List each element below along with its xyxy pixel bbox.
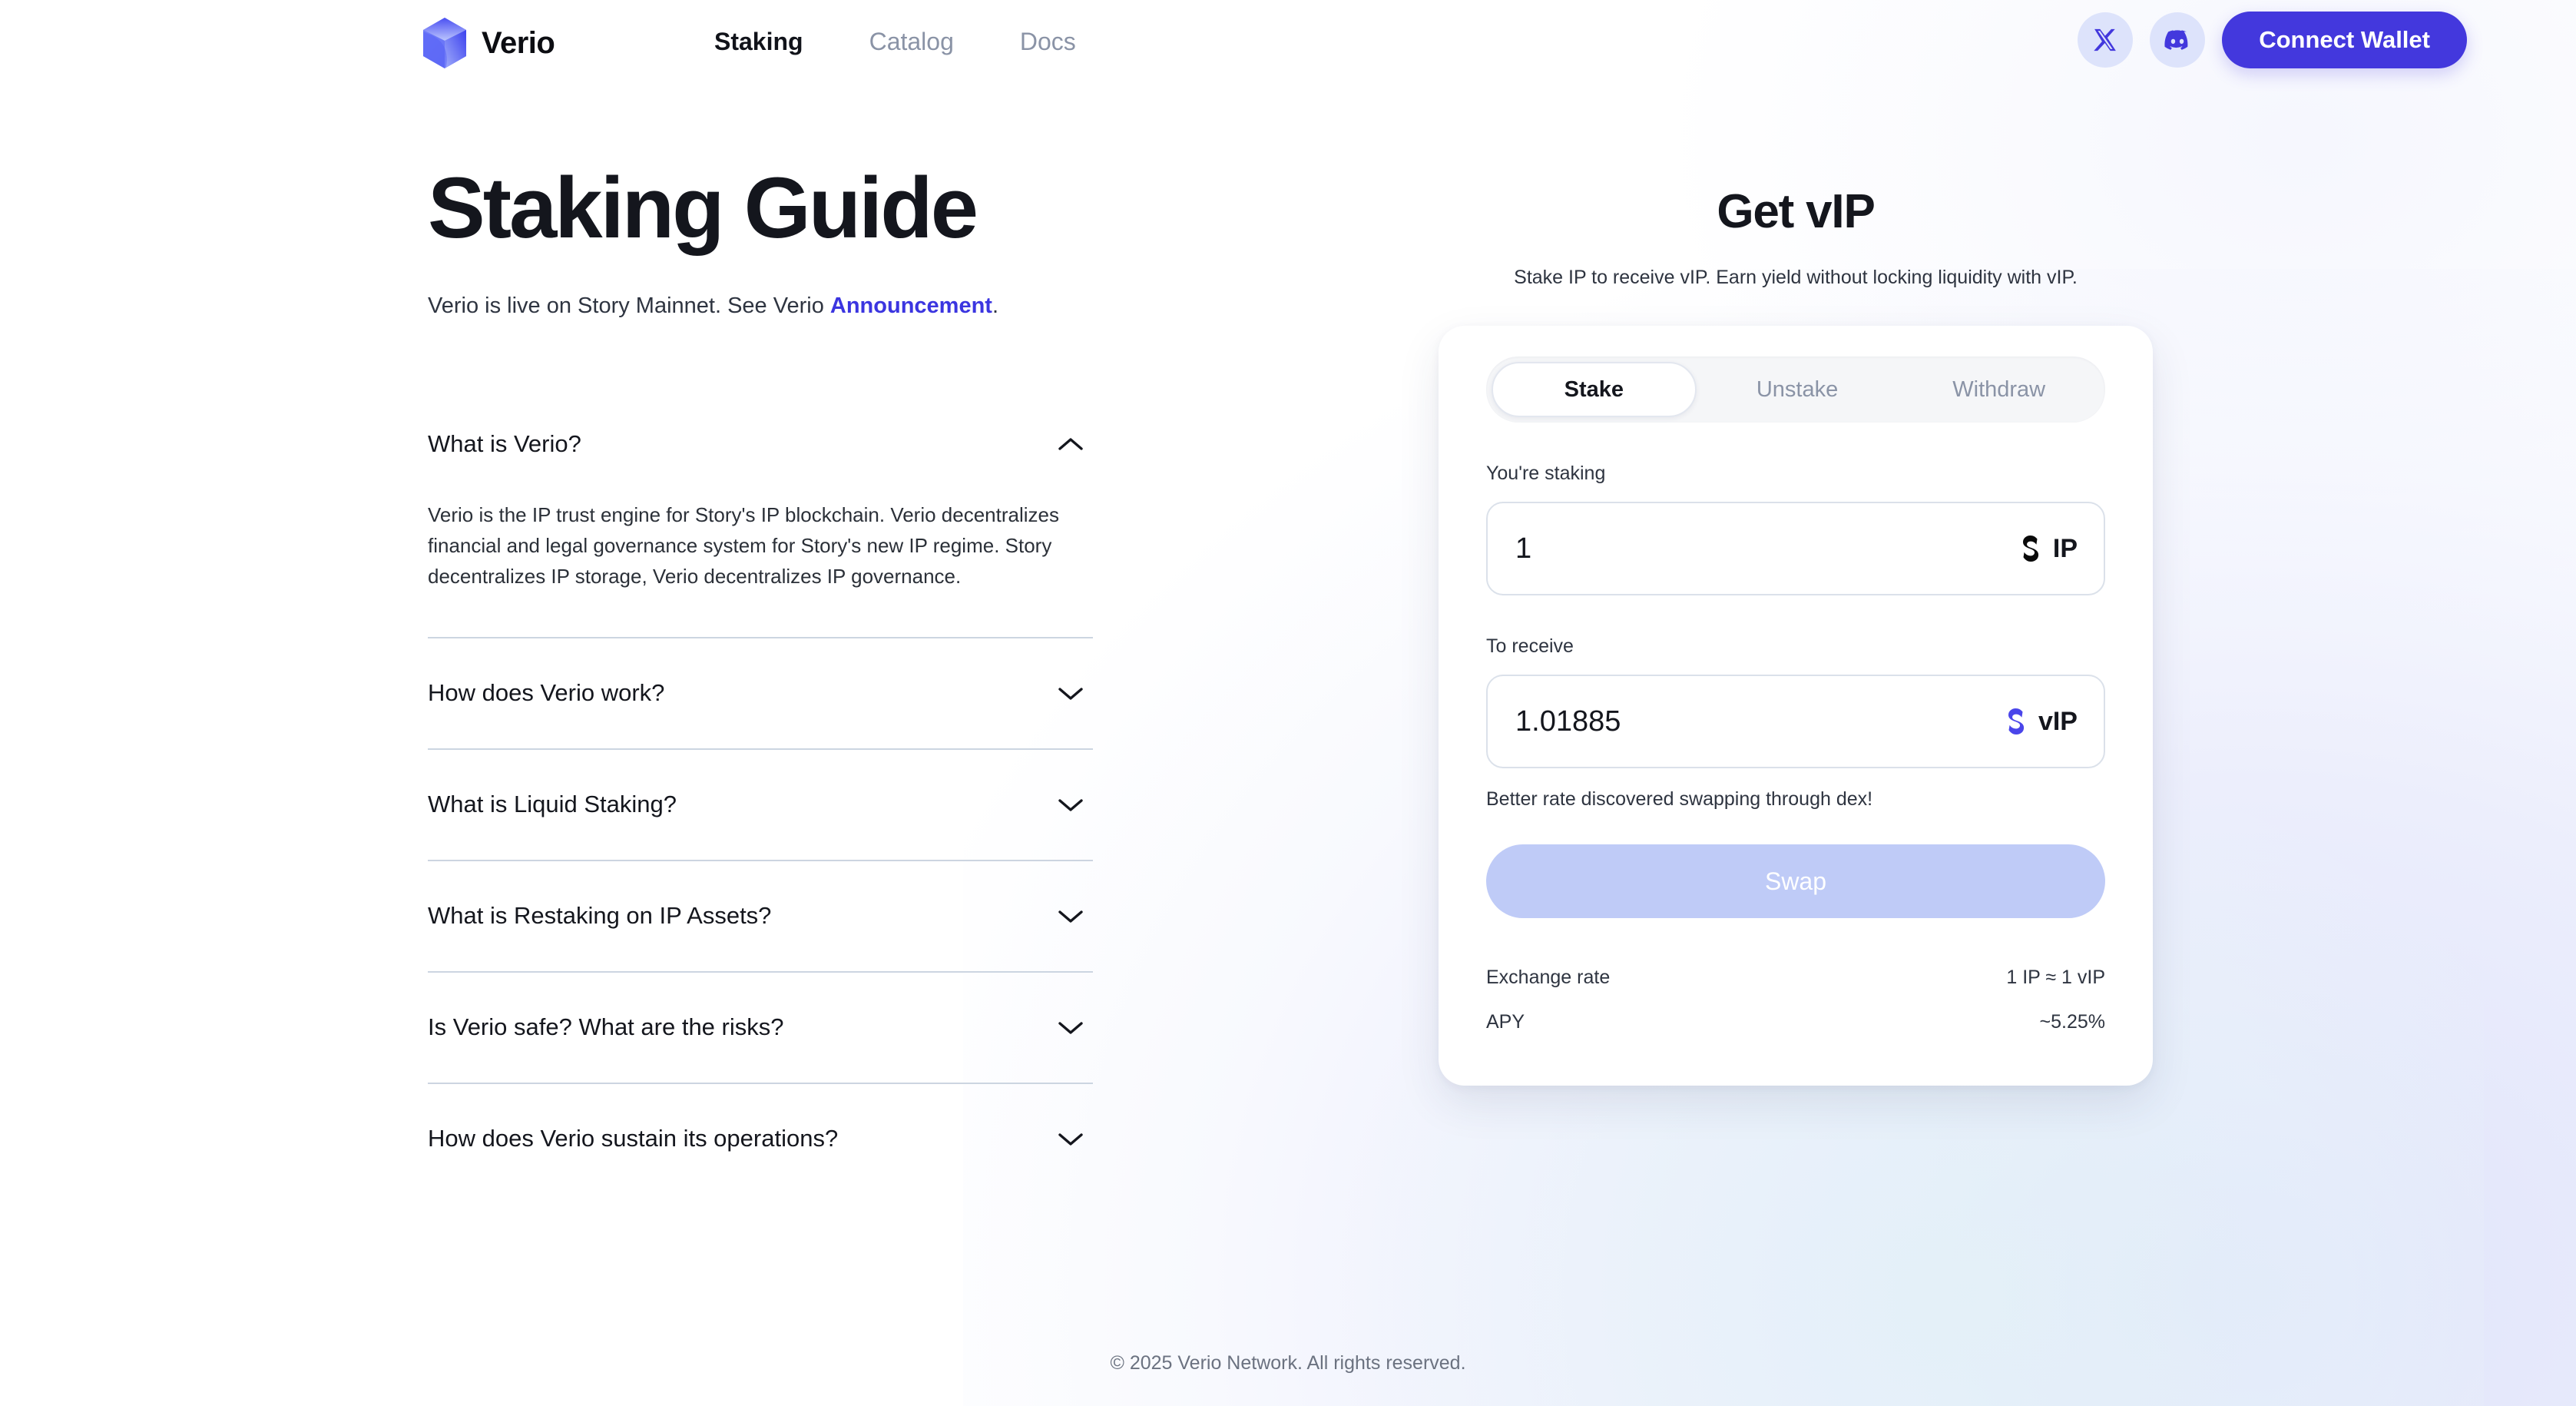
chevron-down-icon (1058, 910, 1083, 923)
faq-item: What is Restaking on IP Assets? (428, 861, 1093, 973)
exchange-rate-label: Exchange rate (1486, 966, 1611, 988)
guide-column: Staking Guide Verio is live on Story Mai… (428, 160, 1104, 1194)
panel-title: Get vIP (1717, 185, 1875, 238)
faq-question: Is Verio safe? What are the risks? (428, 1013, 784, 1041)
verio-s-icon (2008, 708, 2025, 735)
faq-answer: Verio is the IP trust engine for Story's… (428, 502, 1059, 589)
meta-row-apy: APY ~5.25% (1486, 1000, 2105, 1044)
staking-token: IP (2018, 533, 2078, 564)
site-header: Verio Staking Catalog Docs Connect Walle… (0, 0, 2576, 88)
announcement-period: . (992, 293, 999, 318)
faq-question: How does Verio sustain its operations? (428, 1125, 839, 1152)
stake-card: Stake Unstake Withdraw You're staking 1 … (1439, 326, 2153, 1086)
faq-toggle-is-verio-safe[interactable]: Is Verio safe? What are the risks? (428, 973, 1093, 1083)
nav-item-staking[interactable]: Staking (714, 28, 803, 56)
tab-withdraw[interactable]: Withdraw (1898, 362, 2100, 417)
brand-logo-link[interactable]: Verio (423, 15, 555, 71)
announcement-link[interactable]: Announcement (830, 293, 992, 318)
faq-item: What is Liquid Staking? (428, 750, 1093, 861)
stake-panel-column: Get vIP Stake IP to receive vIP. Earn yi… (1439, 184, 2153, 1086)
faq-toggle-what-is-verio[interactable]: What is Verio? (428, 390, 1093, 499)
faq-toggle-how-does-verio-sustain-its-operations[interactable]: How does Verio sustain its operations? (428, 1084, 1093, 1194)
receive-amount-output: 1.01885 (1515, 705, 1621, 738)
stake-meta: Exchange rate 1 IP ≈ 1 vIP APY ~5.25% (1486, 955, 2105, 1044)
exchange-rate-value: 1 IP ≈ 1 vIP (2006, 966, 2105, 988)
faq-question: What is Restaking on IP Assets? (428, 902, 772, 930)
x-twitter-icon (2094, 28, 2117, 51)
copyright-text: © 2025 Verio Network. All rights reserve… (1110, 1352, 1466, 1374)
tab-stake[interactable]: Stake (1492, 362, 1697, 417)
connect-wallet-button[interactable]: Connect Wallet (2222, 12, 2467, 68)
meta-row-exchange-rate: Exchange rate 1 IP ≈ 1 vIP (1486, 955, 2105, 1000)
receive-token: vIP (2003, 706, 2078, 737)
faq-question: How does Verio work? (428, 679, 665, 707)
nav-item-docs[interactable]: Docs (1020, 28, 1076, 56)
swap-button[interactable]: Swap (1486, 844, 2105, 918)
staking-field-label: You're staking (1486, 463, 1606, 484)
story-s-icon (2022, 536, 2038, 562)
faq-item: How does Verio work? (428, 638, 1093, 750)
apy-label: APY (1486, 1010, 1525, 1033)
verio-cube-icon (423, 18, 466, 68)
header-actions: Connect Wallet (2078, 12, 2467, 68)
chevron-down-icon (1058, 1022, 1083, 1034)
receive-field-label: To receive (1486, 635, 1574, 657)
announcement-line: Verio is live on Story Mainnet. See Veri… (428, 290, 1104, 322)
panel-subtitle: Stake IP to receive vIP. Earn yield with… (1514, 267, 2078, 288)
staking-amount-box[interactable]: 1 IP (1486, 502, 2105, 595)
faq-accordion: What is Verio? Verio is the IP trust eng… (428, 390, 1093, 1194)
page-root: Verio Staking Catalog Docs Connect Walle… (0, 0, 2576, 1406)
staking-token-symbol: IP (2052, 533, 2078, 563)
discord-button[interactable] (2150, 12, 2206, 68)
brand-name: Verio (482, 25, 555, 60)
stake-mode-tabs: Stake Unstake Withdraw (1486, 356, 2105, 423)
x-twitter-button[interactable] (2078, 12, 2134, 68)
faq-toggle-what-is-restaking-on-ip-assets[interactable]: What is Restaking on IP Assets? (428, 861, 1093, 971)
nav-item-catalog[interactable]: Catalog (869, 28, 954, 56)
apy-value: ~5.25% (2039, 1010, 2106, 1033)
announcement-text: Verio is live on Story Mainnet. See Veri… (428, 293, 830, 318)
chevron-down-icon (1058, 688, 1083, 700)
faq-item: How does Verio sustain its operations? (428, 1084, 1093, 1194)
faq-question: What is Verio? (428, 430, 581, 458)
faq-item: What is Verio? Verio is the IP trust eng… (428, 390, 1093, 638)
faq-question: What is Liquid Staking? (428, 791, 677, 818)
site-footer: © 2025 Verio Network. All rights reserve… (0, 1352, 2576, 1374)
discord-icon (2164, 30, 2188, 50)
receive-token-symbol: vIP (2038, 706, 2078, 736)
faq-toggle-what-is-liquid-staking[interactable]: What is Liquid Staking? (428, 750, 1093, 860)
faq-item: Is Verio safe? What are the risks? (428, 973, 1093, 1084)
chevron-down-icon (1058, 799, 1083, 811)
rate-hint: Better rate discovered swapping through … (1486, 788, 1873, 810)
chevron-down-icon (1058, 1133, 1083, 1146)
main-navigation: Staking Catalog Docs (714, 28, 1076, 56)
staking-amount-input[interactable]: 1 (1515, 532, 1531, 565)
chevron-up-icon (1058, 438, 1083, 450)
tab-unstake[interactable]: Unstake (1697, 362, 1899, 417)
receive-amount-box: 1.01885 vIP (1486, 675, 2105, 768)
faq-toggle-how-does-verio-work[interactable]: How does Verio work? (428, 638, 1093, 748)
page-title: Staking Guide (428, 160, 978, 256)
